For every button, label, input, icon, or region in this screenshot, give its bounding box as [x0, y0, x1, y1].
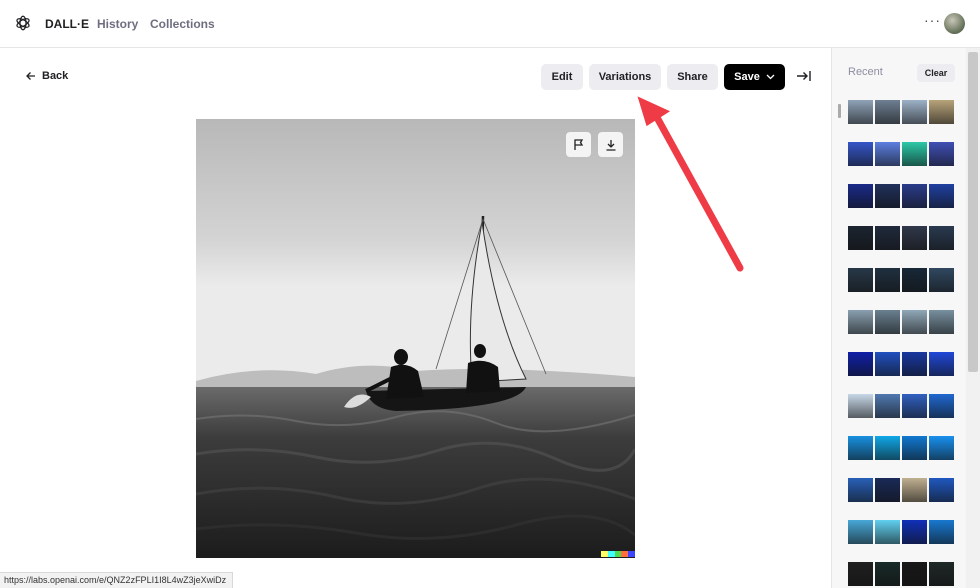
thumbnail-row [848, 310, 956, 334]
recent-thumbnail[interactable] [848, 184, 873, 208]
recent-thumbnail[interactable] [875, 478, 900, 502]
recent-thumbnail[interactable] [848, 100, 873, 124]
recent-thumbnail[interactable] [902, 436, 927, 460]
report-flag-button[interactable] [566, 132, 591, 157]
recent-thumbnail[interactable] [929, 562, 954, 586]
save-label: Save [734, 71, 760, 83]
recent-thumbnail[interactable] [929, 520, 954, 544]
recent-thumbnail[interactable] [875, 562, 900, 586]
recent-thumbnail[interactable] [929, 478, 954, 502]
recent-thumbnail[interactable] [902, 394, 927, 418]
back-label: Back [42, 70, 69, 82]
recent-thumbnail[interactable] [902, 352, 927, 376]
recent-thumbnail[interactable] [902, 268, 927, 292]
recent-thumbnail[interactable] [902, 142, 927, 166]
recent-thumbnail[interactable] [875, 226, 900, 250]
recent-thumbnail[interactable] [902, 310, 927, 334]
arrow-left-icon [26, 72, 35, 80]
recent-title: Recent [848, 66, 883, 78]
recent-thumbnail[interactable] [902, 226, 927, 250]
thumbnail-row [848, 226, 956, 250]
recent-sidebar: Recent Clear [831, 48, 980, 588]
recent-thumbnail[interactable] [929, 436, 954, 460]
openai-logo-icon[interactable] [14, 14, 32, 32]
recent-thumbnail[interactable] [848, 268, 873, 292]
thumbnail-row [848, 268, 956, 292]
thumbnail-row [848, 100, 956, 124]
collapse-sidebar-icon[interactable] [795, 68, 813, 84]
thumbnail-row [848, 352, 956, 376]
thumbnail-row [848, 520, 956, 544]
recent-thumbnail[interactable] [929, 226, 954, 250]
chevron-down-icon [766, 74, 775, 80]
recent-thumbnail[interactable] [929, 310, 954, 334]
variations-button[interactable]: Variations [589, 64, 661, 90]
recent-thumbnail[interactable] [848, 436, 873, 460]
thumbnail-row [848, 436, 956, 460]
recent-thumbnail[interactable] [929, 394, 954, 418]
recent-thumbnail[interactable] [848, 142, 873, 166]
recent-thumbnail[interactable] [848, 394, 873, 418]
recent-thumbnail[interactable] [902, 184, 927, 208]
thumbnail-row [848, 142, 956, 166]
clear-button[interactable]: Clear [917, 64, 955, 82]
back-button[interactable]: Back [26, 70, 68, 82]
recent-thumbnail[interactable] [875, 184, 900, 208]
recent-thumbnail[interactable] [929, 268, 954, 292]
recent-thumbnail[interactable] [848, 310, 873, 334]
recent-thumbnail[interactable] [875, 394, 900, 418]
recent-thumbnail[interactable] [875, 352, 900, 376]
recent-thumbnail[interactable] [848, 520, 873, 544]
recent-thumbnail[interactable] [902, 478, 927, 502]
more-options-icon[interactable]: ··· [924, 12, 941, 28]
thumbnail-row [848, 394, 956, 418]
flag-icon [574, 138, 584, 150]
download-button[interactable] [598, 132, 623, 157]
recent-thumbnail[interactable] [875, 142, 900, 166]
recent-thumbnail[interactable] [902, 100, 927, 124]
top-bar: DALL·E History Collections ··· [0, 0, 980, 48]
recent-thumbnail[interactable] [929, 352, 954, 376]
recent-thumbnail[interactable] [929, 100, 954, 124]
recent-thumbnail[interactable] [902, 520, 927, 544]
scrollbar-thumb[interactable] [968, 52, 978, 372]
nav-collections[interactable]: Collections [150, 17, 215, 31]
thumbnail-row [848, 184, 956, 208]
recent-thumbnail[interactable] [875, 436, 900, 460]
recent-thumbnail[interactable] [848, 478, 873, 502]
recent-thumbnail[interactable] [848, 352, 873, 376]
status-url: https://labs.openai.com/e/QNZ2zFPLI1I8L4… [0, 572, 234, 588]
nav-history[interactable]: History [97, 17, 138, 31]
edit-button[interactable]: Edit [541, 64, 583, 90]
recent-thumbnail[interactable] [848, 562, 873, 586]
download-icon [606, 139, 615, 151]
brand-title[interactable]: DALL·E [45, 17, 89, 31]
sailboat-image [196, 119, 635, 558]
thumbnail-scroll-indicator[interactable] [838, 104, 841, 118]
recent-thumbnail[interactable] [875, 268, 900, 292]
recent-thumbnail[interactable] [929, 142, 954, 166]
thumbnail-row [848, 478, 956, 502]
recent-thumbnail[interactable] [902, 562, 927, 586]
recent-thumbnail[interactable] [875, 100, 900, 124]
thumbnail-row [848, 562, 956, 586]
share-button[interactable]: Share [667, 64, 718, 90]
user-avatar[interactable] [944, 13, 965, 34]
recent-thumbnail[interactable] [875, 520, 900, 544]
generated-image[interactable] [196, 119, 635, 558]
recent-thumbnail[interactable] [929, 184, 954, 208]
dalle-signature-bar [601, 551, 635, 557]
recent-thumbnail[interactable] [875, 310, 900, 334]
recent-thumbnail[interactable] [848, 226, 873, 250]
save-button[interactable]: Save [724, 64, 785, 90]
